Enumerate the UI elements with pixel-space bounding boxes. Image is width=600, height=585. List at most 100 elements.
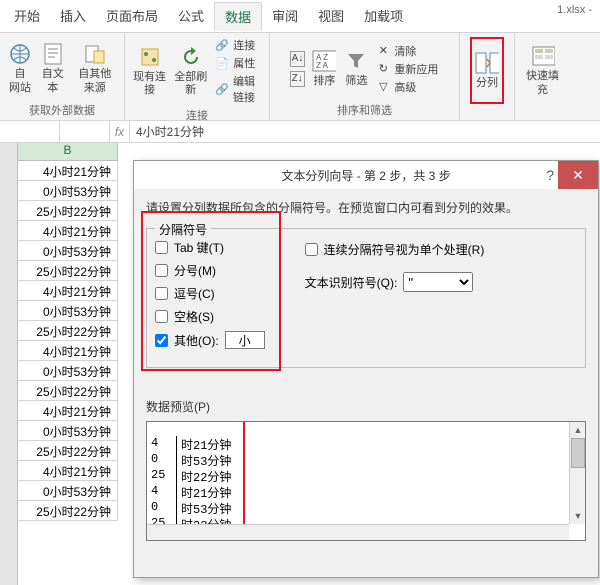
- help-button[interactable]: ?: [546, 167, 554, 183]
- group-sortfilter-label: 排序和筛选: [337, 100, 392, 118]
- sort-icon: A ZZ A: [312, 49, 336, 73]
- svg-text:Z A: Z A: [316, 61, 329, 70]
- chk-consecutive-input[interactable]: [305, 243, 318, 256]
- close-button[interactable]: ✕: [558, 161, 598, 189]
- dialog-body: 请设置分列数据所包含的分隔符号。在预览窗口内可看到分列的效果。 分隔符号 Tab…: [134, 189, 598, 551]
- cell[interactable]: 4小时21分钟: [18, 461, 118, 481]
- cell[interactable]: 25小时22分钟: [18, 321, 118, 341]
- text-to-columns-button[interactable]: 分列: [473, 49, 501, 92]
- reapply-button[interactable]: ↻ 重新应用: [374, 61, 440, 77]
- sort-za-button[interactable]: Z↓: [289, 70, 307, 88]
- group-connections-label: 连接: [186, 105, 208, 123]
- group-connections: 现有连接 全部刷新 🔗连接 📄属性 🔗编辑链接 连接: [125, 33, 270, 120]
- tab-formula[interactable]: 公式: [168, 2, 214, 30]
- scroll-up-icon[interactable]: ▲: [570, 422, 586, 438]
- text-qualifier-select[interactable]: ": [403, 272, 473, 292]
- connections-button[interactable]: 🔗连接: [213, 37, 263, 53]
- existing-conn-button[interactable]: 现有连接: [131, 43, 168, 99]
- highlight-preview: [146, 421, 245, 541]
- clear-label: 清除: [394, 43, 416, 59]
- tab-addins[interactable]: 加载项: [354, 2, 413, 30]
- formula-value[interactable]: 4小时21分钟: [130, 123, 600, 140]
- cell[interactable]: 0小时53分钟: [18, 361, 118, 381]
- cell[interactable]: 0小时53分钟: [18, 301, 118, 321]
- cell[interactable]: 0小时53分钟: [18, 241, 118, 261]
- editlinks-label: 编辑链接: [233, 73, 261, 105]
- fx-label[interactable]: fx: [110, 121, 130, 142]
- from-text-button[interactable]: 自文本: [38, 40, 68, 96]
- name-box[interactable]: [0, 121, 60, 142]
- cell[interactable]: 25小时22分钟: [18, 261, 118, 281]
- link-icon: 🔗: [215, 38, 229, 52]
- filter-button[interactable]: 筛选: [342, 47, 370, 90]
- from-text-label: 自文本: [40, 68, 66, 94]
- tab-view[interactable]: 视图: [308, 2, 354, 30]
- cell[interactable]: 4小时21分钟: [18, 161, 118, 181]
- preview-box: 4时21分钟 0时53分钟 25时22分钟 4时21分钟 0时53分钟 25时2…: [146, 421, 586, 541]
- cells-column: 4小时21分钟 0小时53分钟 25小时22分钟 4小时21分钟 0小时53分钟…: [18, 161, 118, 521]
- properties-button[interactable]: 📄属性: [213, 55, 263, 71]
- reapply-icon: ↻: [376, 62, 390, 76]
- cell[interactable]: 0小时53分钟: [18, 481, 118, 501]
- tab-start[interactable]: 开始: [4, 2, 50, 30]
- ribbon: 自 网站 自文本 自其他来源 获取外部数据 现有连接 全部刷新 �: [0, 33, 600, 121]
- filter-label: 筛选: [345, 75, 367, 88]
- from-other-label: 自其他来源: [74, 68, 117, 94]
- sort-za-icon: Z↓: [290, 71, 305, 87]
- formula-bar: fx 4小时21分钟: [0, 121, 600, 143]
- cell[interactable]: 4小时21分钟: [18, 341, 118, 361]
- sort-button[interactable]: A ZZ A 排序: [310, 47, 338, 90]
- from-web-label: 自 网站: [9, 68, 31, 94]
- ribbon-tabs: 开始 插入 页面布局 公式 数据 审阅 视图 加载项: [0, 0, 600, 33]
- col-headers: B: [18, 143, 118, 161]
- sort-az-button[interactable]: A↓: [289, 50, 307, 68]
- flash-fill-button[interactable]: 快速填充: [521, 42, 564, 98]
- chk-consecutive[interactable]: 连续分隔符号视为单个处理(R): [305, 241, 485, 258]
- properties-label: 属性: [233, 55, 255, 71]
- group-external-data: 自 网站 自文本 自其他来源 获取外部数据: [0, 33, 125, 120]
- filter-icon: [344, 49, 368, 73]
- clear-button[interactable]: ✕ 清除: [374, 43, 440, 59]
- advanced-button[interactable]: ▽高级: [374, 79, 440, 95]
- filename-label: 1.xlsx -: [557, 4, 592, 16]
- cell[interactable]: 0小时53分钟: [18, 421, 118, 441]
- col-B-header[interactable]: B: [18, 143, 118, 160]
- existing-conn-icon: [138, 45, 162, 69]
- text-to-columns-icon: [475, 51, 499, 75]
- tab-insert[interactable]: 插入: [50, 2, 96, 30]
- scroll-down-icon[interactable]: ▼: [570, 508, 586, 524]
- group-external-label: 获取外部数据: [29, 100, 95, 118]
- cell[interactable]: 25小时22分钟: [18, 441, 118, 461]
- text-file-icon: [41, 42, 65, 66]
- group-flashfill: 快速填充: [515, 33, 570, 120]
- tab-pagelayout[interactable]: 页面布局: [96, 2, 168, 30]
- from-web-button[interactable]: 自 网站: [6, 40, 34, 96]
- scroll-thumb[interactable]: [571, 438, 585, 468]
- advanced-label: 高级: [394, 79, 416, 95]
- cell[interactable]: 25小时22分钟: [18, 381, 118, 401]
- globe-icon: [8, 42, 32, 66]
- dialog-titlebar[interactable]: 文本分列向导 - 第 2 步，共 3 步 ? ✕: [134, 161, 598, 189]
- preview-scroll-h[interactable]: [147, 524, 569, 540]
- cell[interactable]: 4小时21分钟: [18, 401, 118, 421]
- sort-az-icon: A↓: [290, 51, 306, 67]
- clear-icon: ✕: [376, 44, 390, 58]
- editlinks-button[interactable]: 🔗编辑链接: [213, 73, 263, 105]
- existing-conn-label: 现有连接: [133, 71, 166, 97]
- reapply-label: 重新应用: [394, 61, 438, 77]
- cell[interactable]: 4小时21分钟: [18, 221, 118, 241]
- group-flashfill-spacer: [541, 104, 544, 118]
- chk-consecutive-label: 连续分隔符号视为单个处理(R): [324, 241, 485, 258]
- text-qualifier-label: 文本识别符号(Q):: [305, 274, 398, 291]
- flash-fill-icon: [531, 44, 555, 68]
- tab-review[interactable]: 审阅: [262, 2, 308, 30]
- cell[interactable]: 4小时21分钟: [18, 281, 118, 301]
- from-other-button[interactable]: 自其他来源: [72, 40, 119, 96]
- cell[interactable]: 25小时22分钟: [18, 501, 118, 521]
- refresh-all-button[interactable]: 全部刷新: [172, 43, 209, 99]
- tab-data[interactable]: 数据: [214, 2, 262, 31]
- cell[interactable]: 25小时22分钟: [18, 201, 118, 221]
- preview-scroll-v[interactable]: ▲ ▼: [569, 422, 585, 524]
- cell[interactable]: 0小时53分钟: [18, 181, 118, 201]
- sort-label: 排序: [313, 75, 335, 88]
